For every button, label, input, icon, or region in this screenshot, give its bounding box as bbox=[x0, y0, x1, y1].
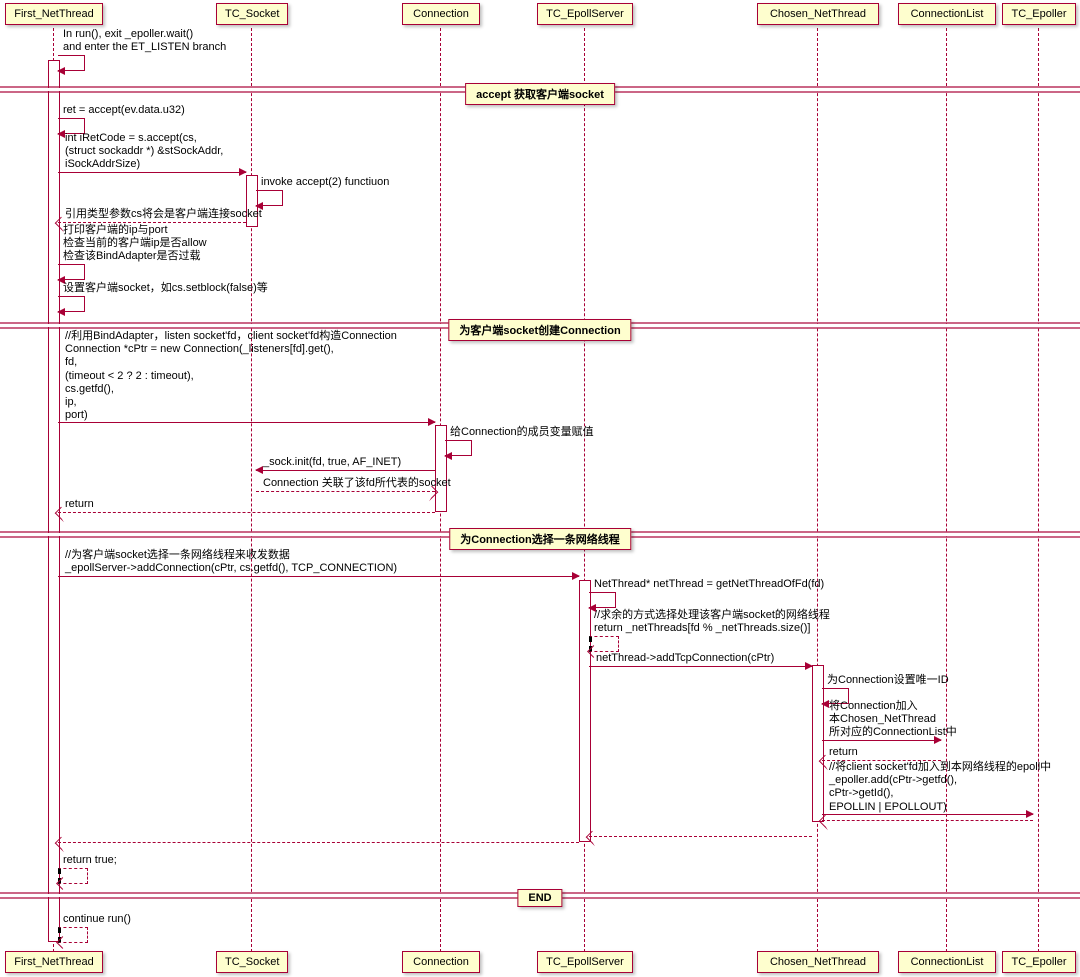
participant-chosen: Chosen_NetThread bbox=[757, 951, 879, 973]
participant-socket: TC_Socket bbox=[216, 3, 288, 25]
self-message bbox=[58, 927, 88, 943]
participant-first: First_NetThread bbox=[5, 951, 103, 973]
self-message bbox=[589, 592, 616, 608]
participant-first: First_NetThread bbox=[5, 3, 103, 25]
self-message bbox=[58, 296, 85, 312]
participant-clist: ConnectionList bbox=[898, 3, 996, 25]
participant-socket: TC_Socket bbox=[216, 951, 288, 973]
self-message bbox=[58, 868, 88, 884]
participant-epollsrv: TC_EpollServer bbox=[537, 3, 633, 25]
participant-epollsrv: TC_EpollServer bbox=[537, 951, 633, 973]
self-message bbox=[58, 264, 85, 280]
activation-epollsrv bbox=[579, 580, 591, 842]
participant-conn: Connection bbox=[402, 3, 480, 25]
participant-epoller: TC_Epoller bbox=[1002, 951, 1076, 973]
self-message bbox=[445, 440, 472, 456]
activation-conn bbox=[435, 425, 447, 512]
participant-epoller: TC_Epoller bbox=[1002, 3, 1076, 25]
participant-clist: ConnectionList bbox=[898, 951, 996, 973]
self-message bbox=[58, 55, 85, 71]
self-message bbox=[589, 636, 619, 652]
participant-conn: Connection bbox=[402, 951, 480, 973]
participant-chosen: Chosen_NetThread bbox=[757, 3, 879, 25]
activation-first bbox=[48, 60, 60, 942]
self-message bbox=[256, 190, 283, 206]
